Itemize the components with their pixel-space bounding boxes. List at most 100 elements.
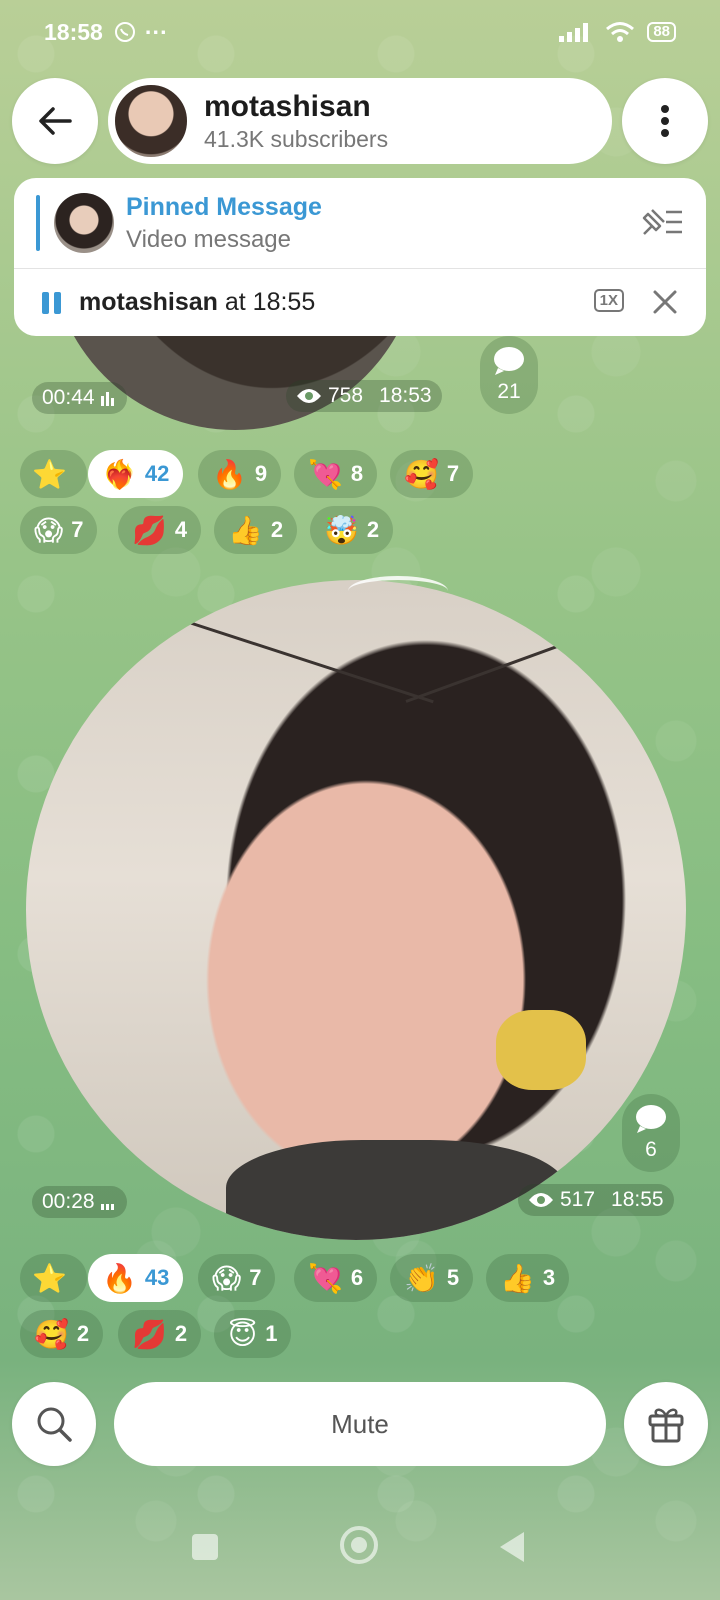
message-time-2: 18:55 (611, 1188, 664, 1211)
reaction-count: 8 (350, 461, 364, 486)
pinned-message-bar[interactable]: Pinned Message Video message (14, 178, 706, 268)
comment-bubble-icon (494, 347, 524, 375)
player-author: motashisan (79, 288, 218, 316)
views-time-badge-2: 517 18:55 (518, 1184, 674, 1216)
reaction-count: 1 (265, 1321, 278, 1346)
reaction-count: 2 (270, 517, 284, 542)
audio-player-bar[interactable]: motashisan at 18:55 1X (14, 269, 706, 336)
reaction-fire-2[interactable]: 🔥 43 (88, 1254, 184, 1302)
comment-count-1: 21 (497, 380, 521, 403)
reaction-smiling-hearts-1[interactable]: 🥰 7 (390, 450, 474, 498)
status-bar: 18:58 ··· 88 (0, 0, 720, 64)
battery-indicator: 88 (647, 22, 676, 42)
reaction-angel-2[interactable]: 😇 1 (214, 1310, 292, 1358)
banana-decoration (496, 1010, 586, 1090)
pause-icon[interactable] (42, 291, 61, 314)
duration-badge-1: 00:44 (32, 382, 127, 414)
reaction-fire-1[interactable]: 🔥 9 (198, 450, 282, 498)
playback-speed-button[interactable]: 1X (593, 289, 624, 312)
reaction-count: 7 (249, 1265, 262, 1290)
back-triangle-icon[interactable] (500, 1532, 524, 1562)
comment-count-2: 6 (645, 1138, 657, 1161)
whatsapp-icon (114, 22, 135, 42)
status-time: 18:58 (44, 18, 103, 45)
more-options-button[interactable] (622, 78, 708, 164)
duration-text-1: 00:44 (42, 386, 95, 409)
fire-icon: 🔥 (102, 1261, 137, 1295)
reaction-heart-arrow-2[interactable]: 💘 6 (294, 1254, 378, 1302)
channel-header[interactable]: motashisan 41.3K subscribers (108, 78, 612, 164)
channel-avatar[interactable] (112, 82, 190, 160)
pinned-thumbnail (54, 193, 114, 253)
pinned-panel: Pinned Message Video message motashisan … (14, 178, 706, 336)
reaction-star-1[interactable]: ⭐ (20, 450, 87, 498)
pinned-title: Pinned Message (126, 192, 322, 221)
kiss-icon: 💋 (132, 1317, 167, 1351)
sound-wave-icon (100, 1204, 114, 1210)
mute-button[interactable]: Mute (114, 1382, 606, 1466)
home-icon[interactable] (340, 1526, 378, 1564)
comments-button-1[interactable]: 21 (480, 336, 538, 414)
star-icon: ⭐ (32, 1261, 67, 1295)
reaction-scream-1[interactable]: 😱 7 (20, 506, 98, 554)
reaction-count: 2 (366, 517, 380, 542)
comment-bubble-icon (636, 1105, 666, 1133)
search-icon (37, 1407, 72, 1442)
gift-button[interactable] (624, 1382, 708, 1466)
reaction-thumbs-up-1[interactable]: 👍 2 (214, 506, 298, 554)
smiling-hearts-icon: 🥰 (404, 457, 439, 491)
more-vertical-icon (661, 105, 669, 137)
channel-name: motashisan (204, 89, 371, 123)
message-time-1: 18:53 (379, 384, 432, 407)
reaction-star-2[interactable]: ⭐ (20, 1254, 87, 1302)
more-notifications-dots: ··· (144, 18, 168, 45)
reaction-count: 3 (542, 1265, 556, 1290)
close-icon[interactable] (650, 287, 680, 317)
reaction-count: 5 (446, 1265, 460, 1290)
duration-badge-2: 00:28 (32, 1186, 127, 1218)
reaction-count: 2 (174, 1321, 188, 1346)
reaction-kiss-2[interactable]: 💋 2 (118, 1310, 202, 1358)
clap-icon: 👏 (404, 1261, 439, 1295)
comments-button-2[interactable]: 6 (622, 1094, 680, 1172)
reaction-mind-blown-1[interactable]: 🤯 2 (310, 506, 394, 554)
reaction-count: 9 (254, 461, 268, 486)
fire-icon: 🔥 (212, 457, 247, 491)
thumbs-up-icon: 👍 (500, 1261, 535, 1295)
wifi-icon (606, 22, 635, 42)
reaction-kiss-1[interactable]: 💋 4 (118, 506, 202, 554)
reaction-thumbs-up-2[interactable]: 👍 3 (486, 1254, 570, 1302)
reaction-count: 2 (76, 1321, 90, 1346)
angel-icon: 😇 (228, 1317, 258, 1351)
reaction-scream-2[interactable]: 😱 7 (198, 1254, 276, 1302)
scream-icon: 😱 (212, 1261, 242, 1295)
mind-blown-icon: 🤯 (324, 513, 359, 547)
pinned-indicator (36, 195, 40, 251)
shirt-shape (226, 1140, 566, 1240)
gift-icon (648, 1408, 684, 1443)
reaction-smiling-hearts-2[interactable]: 🥰 2 (20, 1310, 104, 1358)
heart-arrow-icon: 💘 (308, 1261, 343, 1295)
eye-icon (297, 389, 321, 403)
kiss-icon: 💋 (132, 513, 167, 547)
thumbs-up-icon: 👍 (228, 513, 263, 547)
signal-icon (559, 23, 589, 42)
smiling-hearts-icon: 🥰 (34, 1317, 69, 1351)
eye-icon (529, 1193, 553, 1207)
reaction-count: 4 (174, 517, 188, 542)
sound-wave-icon (100, 392, 114, 406)
video-message-2[interactable] (26, 580, 686, 1240)
player-time: at 18:55 (217, 288, 316, 316)
reaction-clap-2[interactable]: 👏 5 (390, 1254, 474, 1302)
duration-text-2: 00:28 (42, 1190, 95, 1213)
pinned-list-icon[interactable] (638, 204, 684, 240)
reaction-heart-fire-1[interactable]: ❤️‍🔥 42 (88, 450, 184, 498)
heart-fire-icon: ❤️‍🔥 (102, 457, 137, 491)
back-button[interactable] (12, 78, 98, 164)
search-button[interactable] (12, 1382, 96, 1466)
view-count-1: 758 (328, 384, 364, 407)
recents-icon[interactable] (192, 1534, 218, 1560)
reaction-heart-arrow-1[interactable]: 💘 8 (294, 450, 378, 498)
heart-arrow-icon: 💘 (308, 457, 343, 491)
star-icon: ⭐ (32, 457, 67, 491)
